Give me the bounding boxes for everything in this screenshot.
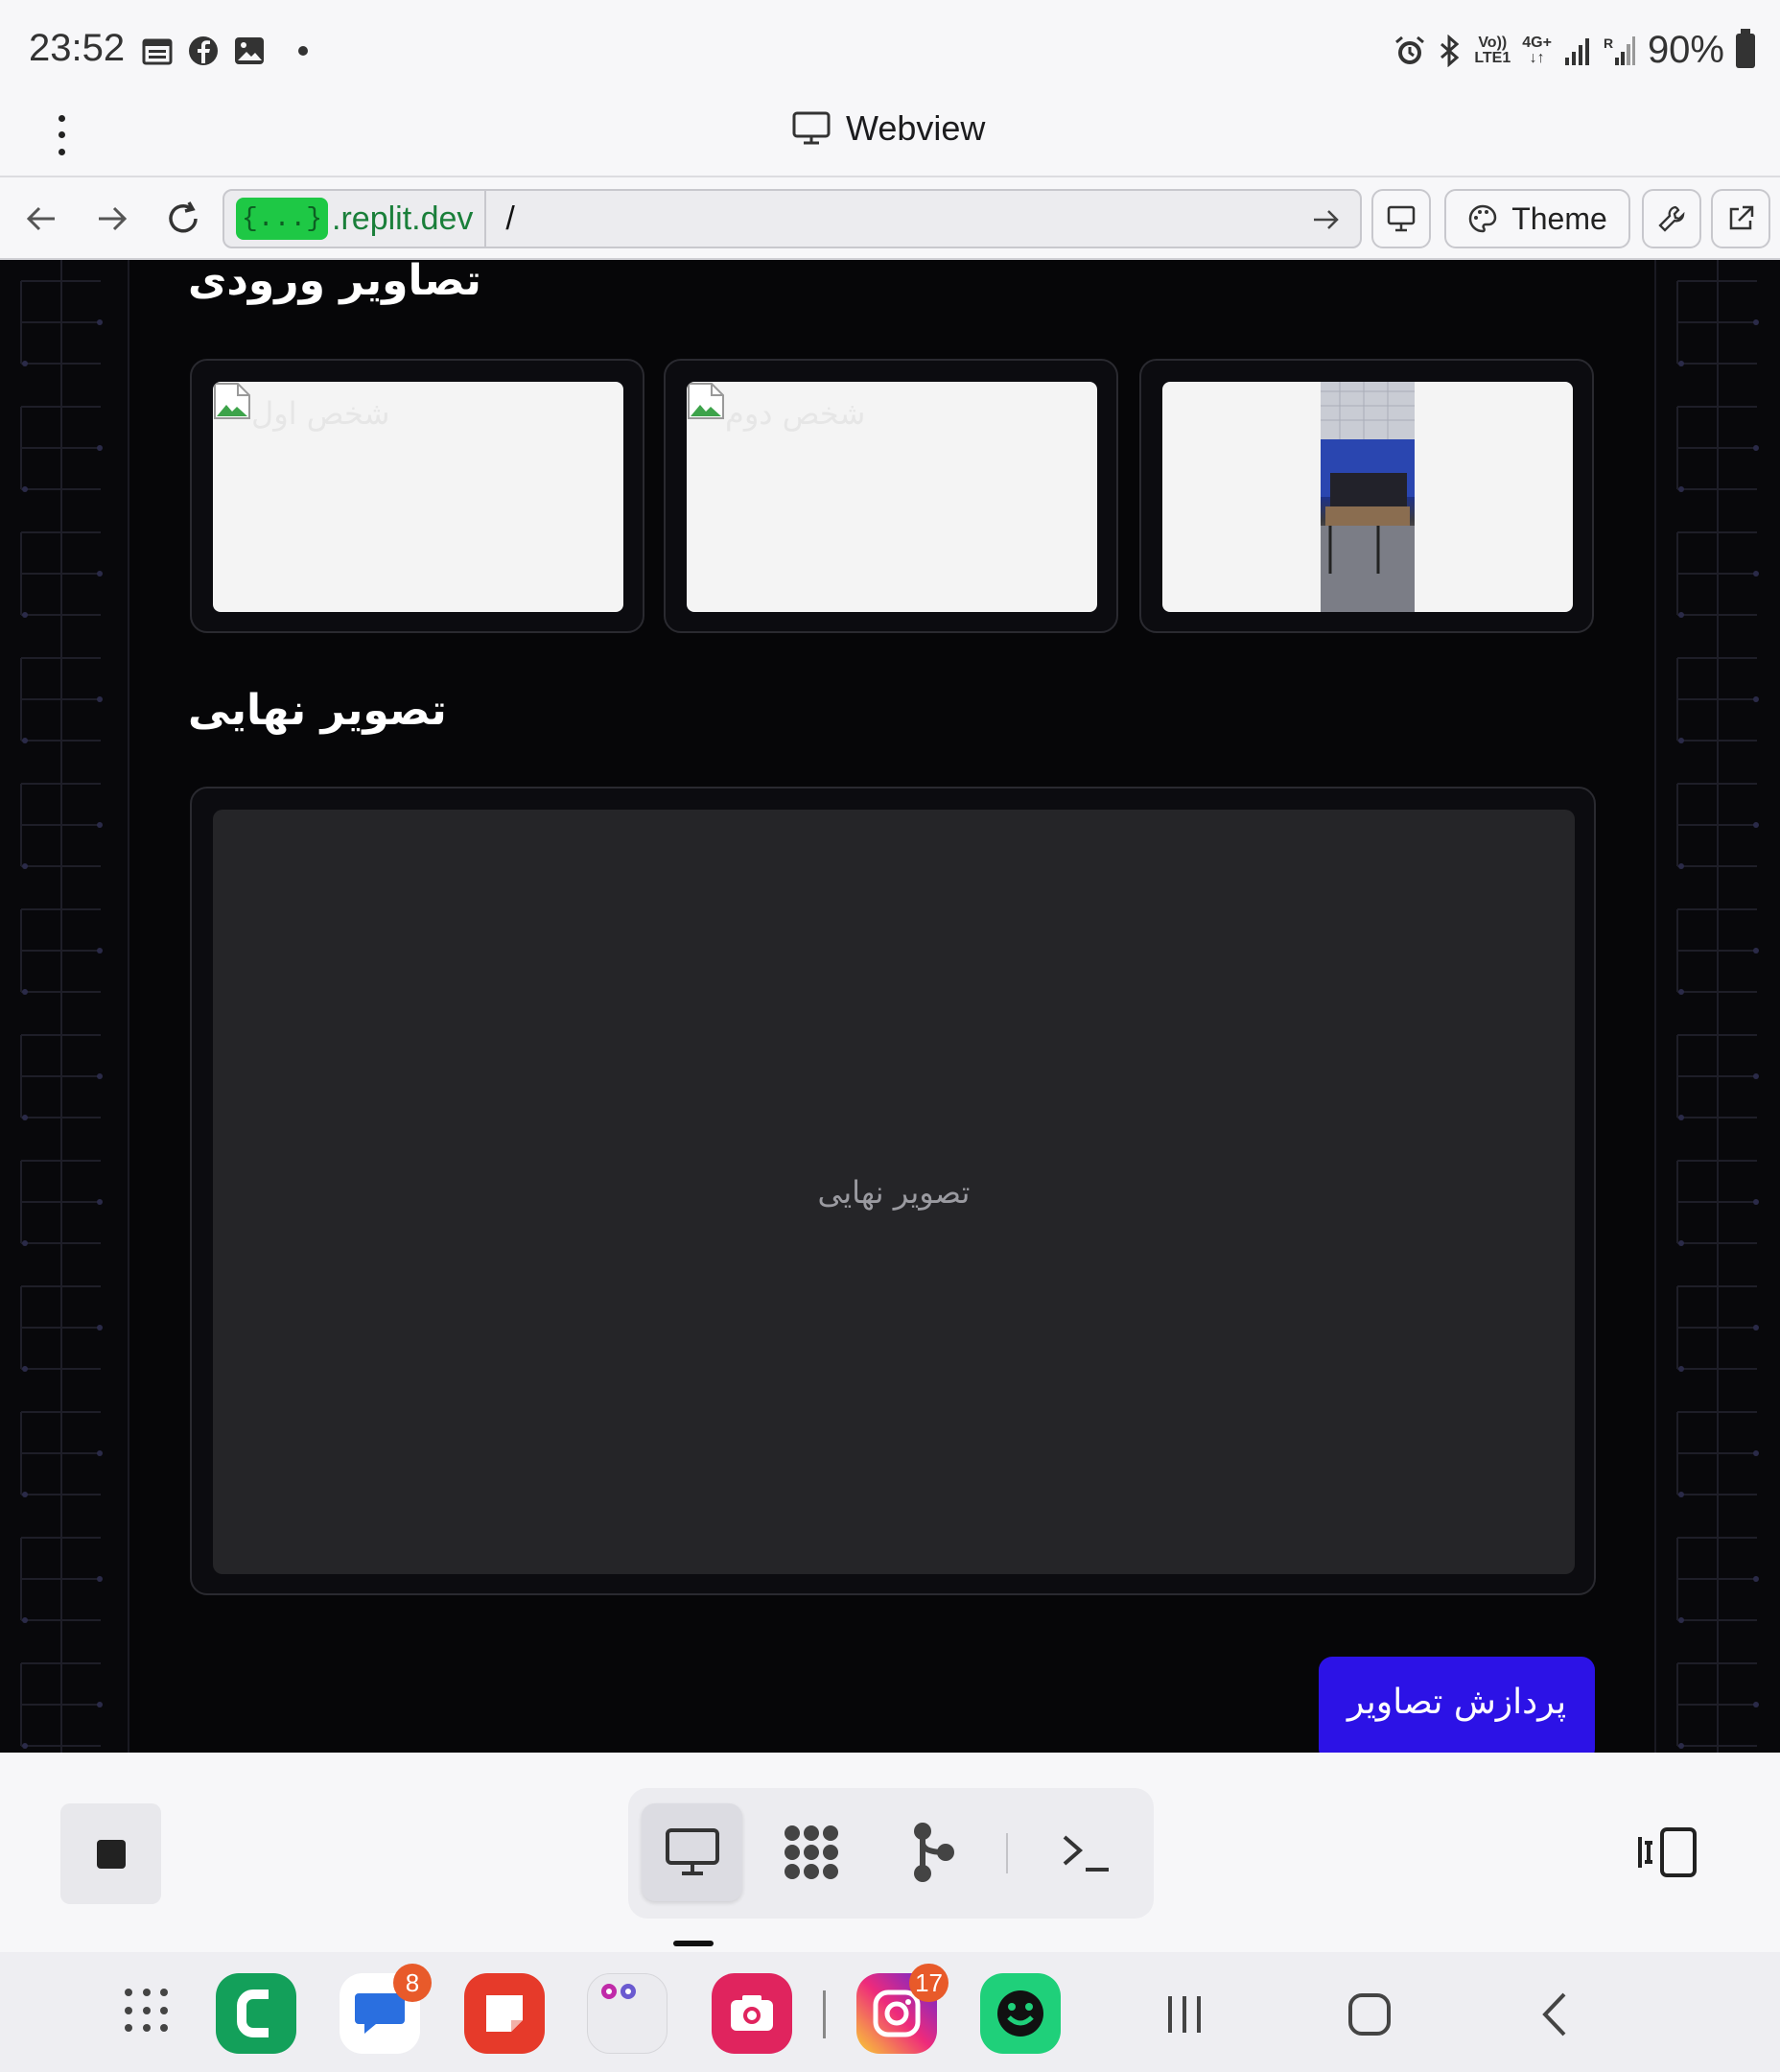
input-image-card[interactable]: شخص اول — [190, 359, 644, 633]
tab-webview[interactable] — [642, 1803, 742, 1901]
reload-button[interactable] — [159, 195, 207, 243]
devtools-button[interactable] — [1642, 189, 1701, 248]
app-drawer-icon[interactable] — [125, 1989, 173, 2037]
chevron-left-icon — [1542, 1992, 1566, 2037]
git-branch-icon — [913, 1823, 954, 1882]
svg-text:R: R — [1604, 35, 1613, 51]
battery-percent: 90% — [1647, 29, 1724, 71]
system-icons: Vo)) LTE1 4G+ ↓↑ R 90% — [1394, 28, 1755, 72]
monitor-icon — [792, 111, 831, 145]
replit-toolbar — [0, 1753, 1780, 1949]
status-bar: 23:52 Vo)) LTE1 4G+ ↓↑ R 90% — [0, 0, 1780, 101]
back-button[interactable] — [17, 195, 65, 243]
open-new-tab-button[interactable] — [1711, 189, 1770, 248]
input-image-frame: شخص اول — [213, 382, 623, 612]
monitor-small-icon — [1387, 205, 1416, 232]
image-alt-text: شخص اول — [251, 395, 390, 432]
volte-indicator: Vo)) LTE1 — [1474, 34, 1511, 66]
app-folder-icon[interactable] — [587, 1973, 668, 2054]
theme-label: Theme — [1511, 200, 1607, 236]
go-arrow-icon[interactable] — [1308, 202, 1343, 237]
result-placeholder-text: تصویر نهایی — [817, 1173, 971, 1211]
tab-git[interactable] — [881, 1803, 982, 1901]
background-pattern-left — [0, 260, 129, 1753]
arrow-right-icon — [99, 206, 128, 231]
background-pattern-right — [1656, 260, 1780, 1753]
wrench-icon — [1658, 205, 1685, 232]
bluetooth-icon — [1440, 34, 1460, 67]
forward-button[interactable] — [88, 195, 136, 243]
notes-app-icon[interactable] — [464, 1973, 545, 2054]
stop-button[interactable] — [60, 1803, 161, 1904]
4g-indicator: 4G+ ↓↑ — [1522, 34, 1552, 66]
result-image-frame: تصویر نهایی — [213, 810, 1575, 1574]
url-bar: {...} .replit.dev Theme — [0, 179, 1780, 260]
more-notifications-dot — [298, 46, 308, 56]
tab-separator — [1006, 1833, 1008, 1873]
calendar-icon — [142, 38, 173, 65]
layout-toggle-icon[interactable] — [1635, 1824, 1702, 1881]
broken-image-icon — [688, 383, 724, 419]
repl-chip: {...} — [236, 198, 329, 240]
webview-title: Webview — [792, 108, 985, 149]
broken-image-icon — [214, 383, 250, 419]
result-section-title: تصویر نهایی — [188, 686, 447, 735]
input-image-card[interactable]: شخص دوم — [664, 359, 1118, 633]
instagram-badge: 17 — [909, 1964, 949, 2002]
address-field[interactable]: {...} .replit.dev — [222, 189, 1362, 248]
replit-tab-group — [628, 1788, 1154, 1919]
url-host: .replit.dev — [332, 200, 474, 237]
terminal-icon — [1063, 1835, 1109, 1872]
palette-icon — [1468, 204, 1497, 233]
android-dock: 8 17 — [0, 1952, 1780, 2072]
status-time: 23:52 — [29, 27, 126, 69]
dock-separator — [823, 1990, 826, 2038]
recent-apps-button[interactable] — [1151, 1981, 1218, 2048]
phone-app-icon[interactable] — [216, 1973, 296, 2054]
url-path-input[interactable] — [505, 200, 1331, 238]
drag-handle[interactable] — [673, 1941, 714, 1946]
image-alt-text: شخص دوم — [725, 395, 866, 432]
webview-content: تصاویر ورودی شخص اول شخص دوم تصویر نهایی… — [0, 260, 1780, 1753]
webview-title-bar: Webview — [0, 101, 1780, 177]
more-options-icon[interactable] — [54, 110, 69, 160]
notification-icons — [141, 35, 308, 67]
camera-app-icon[interactable] — [712, 1973, 792, 2054]
reload-icon — [169, 201, 198, 233]
stop-icon — [96, 1839, 126, 1869]
facebook-icon — [189, 36, 218, 65]
devtools-preview-button[interactable] — [1371, 189, 1431, 248]
inputs-section-title: تصاویر ورودی — [188, 260, 481, 305]
gallery-icon — [235, 37, 264, 64]
tab-extensions[interactable] — [761, 1803, 861, 1901]
office-photo-thumbnail — [1321, 382, 1415, 612]
process-images-button[interactable]: پردازش تصاویر — [1319, 1657, 1595, 1753]
signal-icon — [1564, 37, 1589, 65]
home-button[interactable] — [1336, 1981, 1403, 2048]
battery-icon — [1736, 28, 1755, 68]
monitor-icon — [665, 1828, 719, 1875]
result-image-card: تصویر نهایی — [190, 787, 1596, 1595]
recents-icon — [1168, 1996, 1201, 2033]
theme-button[interactable]: Theme — [1444, 189, 1630, 248]
alarm-icon — [1395, 35, 1425, 64]
instagram-app-icon[interactable]: 17 — [856, 1964, 949, 2054]
input-image-frame: شخص دوم — [687, 382, 1097, 612]
apps-grid-icon — [784, 1825, 838, 1879]
input-image-frame — [1162, 382, 1573, 612]
messages-app-icon[interactable]: 8 — [340, 1964, 432, 2054]
home-icon — [1348, 1993, 1391, 2036]
url-separator — [484, 190, 487, 247]
snapp-app-icon[interactable] — [980, 1973, 1061, 2054]
webview-title-text: Webview — [846, 108, 986, 148]
tab-shell[interactable] — [1035, 1803, 1136, 1901]
input-image-card[interactable] — [1139, 359, 1594, 633]
signal-roaming-icon: R — [1604, 35, 1635, 65]
messages-badge: 8 — [393, 1964, 432, 2002]
external-link-icon — [1729, 205, 1754, 230]
back-nav-button[interactable] — [1521, 1981, 1588, 2048]
arrow-left-icon — [26, 206, 55, 231]
